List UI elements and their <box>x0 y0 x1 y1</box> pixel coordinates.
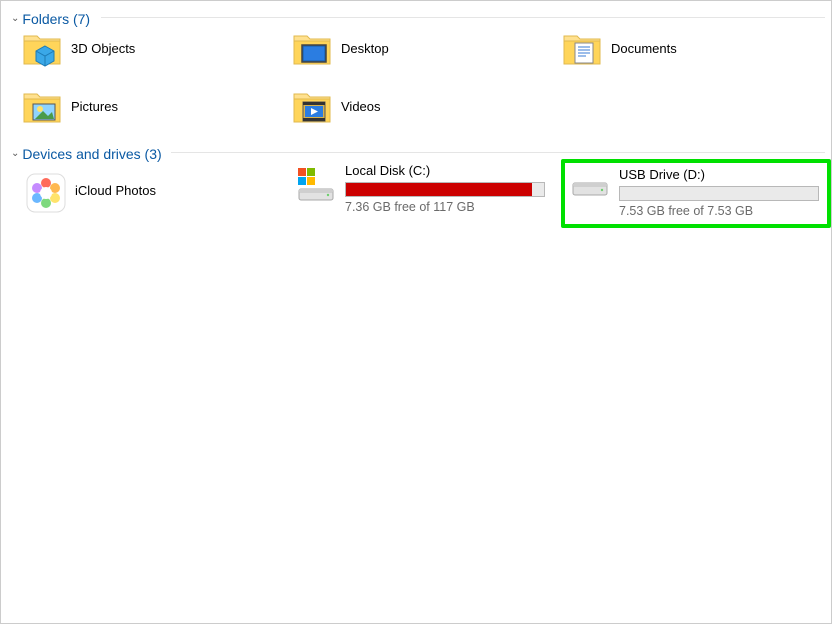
folder-videos[interactable]: Videos <box>291 82 561 130</box>
folder-3d-objects[interactable]: 3D Objects <box>21 24 291 72</box>
drives-section-header[interactable]: ⌄ Devices and drives (3) <box>1 136 831 166</box>
drive-status: 7.53 GB free of 7.53 GB <box>619 204 821 218</box>
folder-pictures[interactable]: Pictures <box>21 82 291 130</box>
icloud-photos-icon <box>25 172 67 214</box>
folder-label: Videos <box>341 99 381 114</box>
chevron-down-icon: ⌄ <box>11 13 19 24</box>
drive-icloud-photos[interactable]: iCloud Photos <box>21 159 291 228</box>
hard-drive-icon <box>295 163 337 205</box>
hard-drive-icon <box>569 167 611 209</box>
folder-documents[interactable]: Documents <box>561 24 831 72</box>
drive-capacity-bar <box>619 186 819 201</box>
drive-capacity-fill <box>346 183 532 196</box>
folder-icon <box>561 27 603 69</box>
folders-section-title: Folders (7) <box>22 11 90 27</box>
folders-grid: 3D Objects Desktop Docume <box>1 18 831 136</box>
drive-label: iCloud Photos <box>75 183 285 198</box>
drive-local-disk-c[interactable]: Local Disk (C:) 7.36 GB free of 117 GB <box>291 159 561 228</box>
folders-section-header[interactable]: ⌄ Folders (7) <box>1 1 831 31</box>
drive-capacity-bar <box>345 182 545 197</box>
drive-usb-drive-d[interactable]: USB Drive (D:) 7.53 GB free of 7.53 GB <box>561 159 831 228</box>
folder-desktop[interactable]: Desktop <box>291 24 561 72</box>
drive-label: USB Drive (D:) <box>619 167 821 182</box>
folder-icon <box>291 27 333 69</box>
chevron-down-icon: ⌄ <box>11 148 19 159</box>
folder-label: Documents <box>611 41 677 56</box>
divider <box>171 152 825 153</box>
folder-label: 3D Objects <box>71 41 135 56</box>
folder-label: Pictures <box>71 99 118 114</box>
divider <box>101 17 825 18</box>
folder-icon <box>291 85 333 127</box>
drives-section-title: Devices and drives (3) <box>22 146 161 162</box>
drive-status: 7.36 GB free of 117 GB <box>345 200 555 214</box>
folder-label: Desktop <box>341 41 389 56</box>
folder-icon <box>21 27 63 69</box>
folder-icon <box>21 85 63 127</box>
